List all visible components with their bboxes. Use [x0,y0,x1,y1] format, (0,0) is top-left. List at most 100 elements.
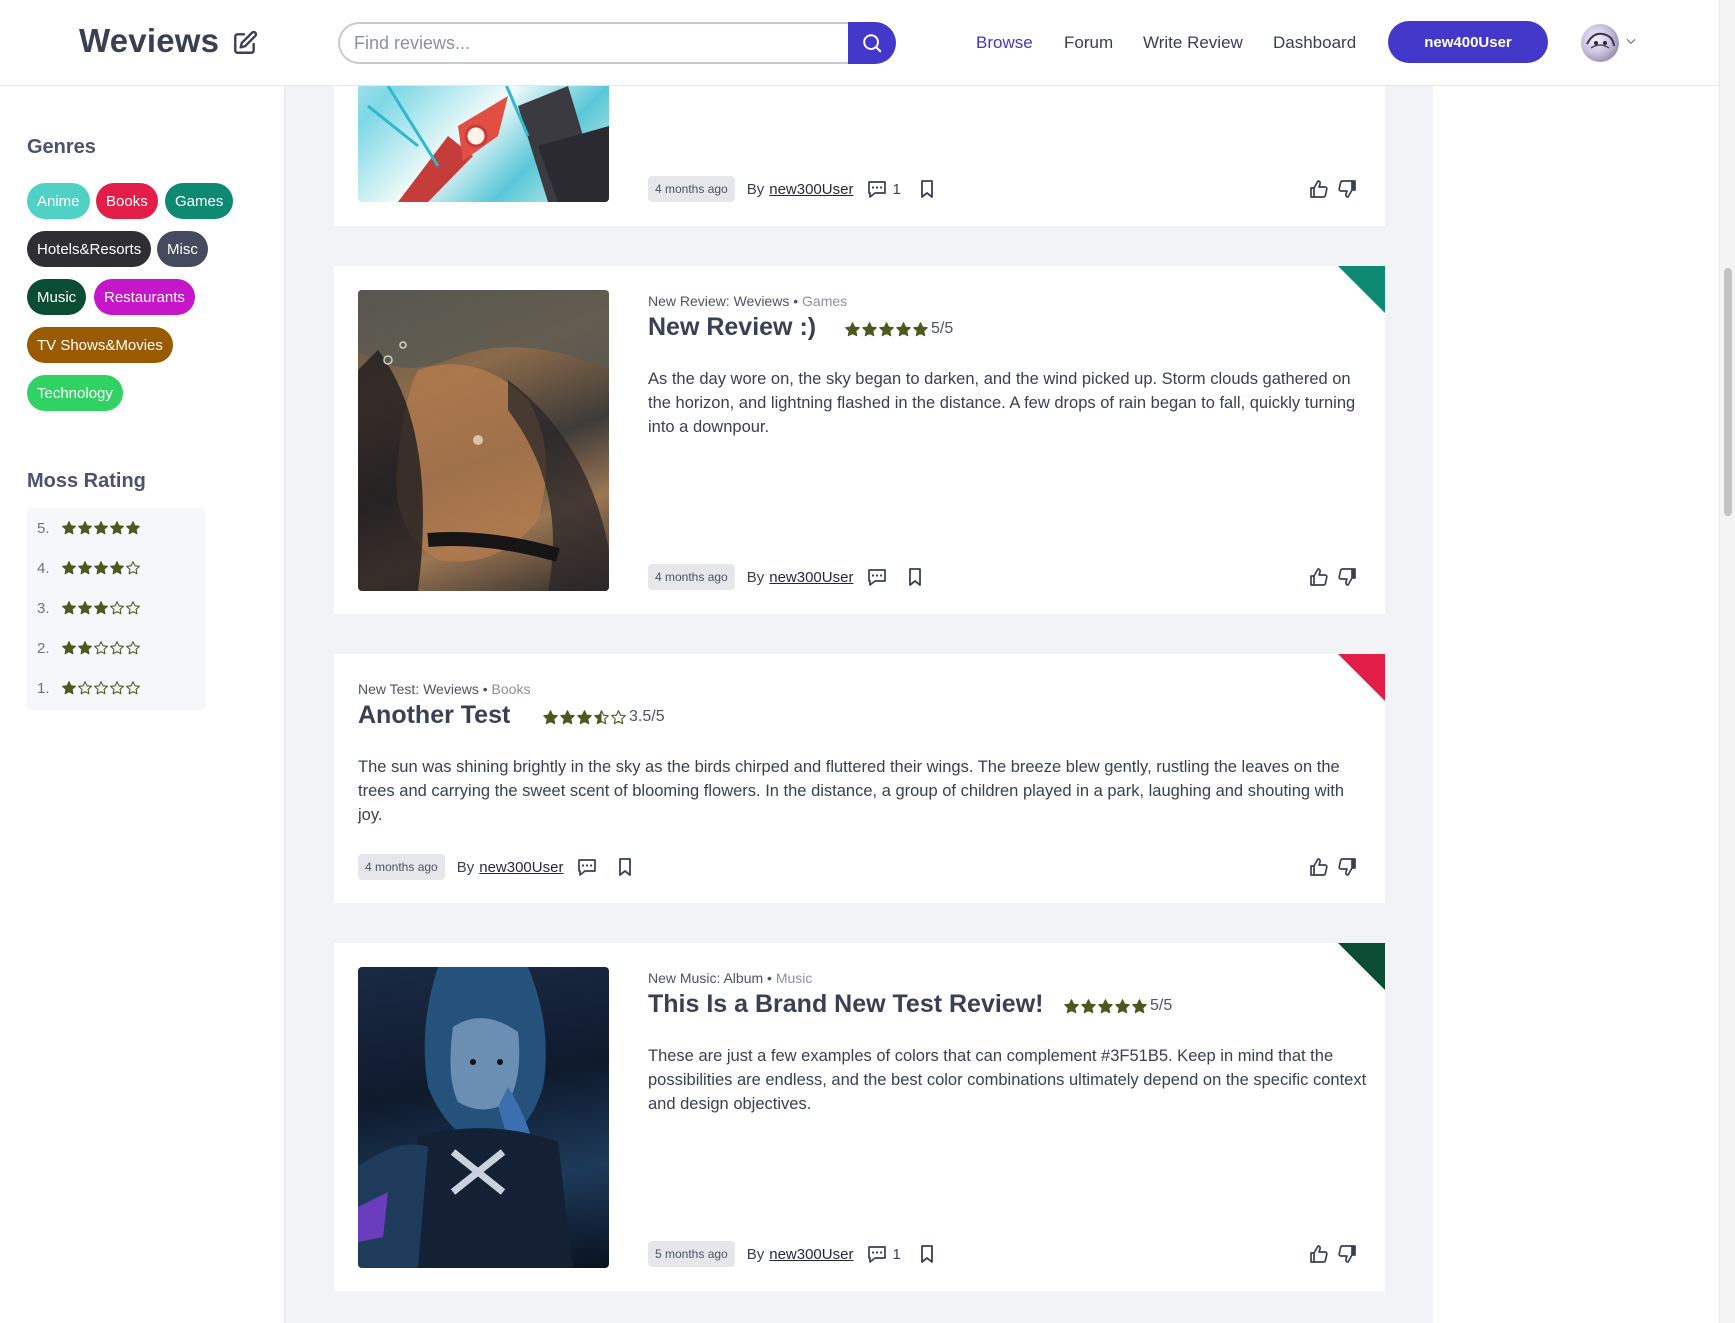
time-badge: 4 months ago [358,854,445,880]
review-card: New Test: Weviews • Books Another Test 3… [334,654,1385,903]
rating-number: 3. [37,599,50,617]
comments-button[interactable]: 1 [865,177,901,201]
chevron-down-icon[interactable] [1624,34,1638,48]
review-meta: New Test: Weviews • Books [358,681,531,697]
review-card: New Review: Weviews • Games New Review :… [334,266,1385,614]
thumbs-down-icon[interactable] [1335,855,1359,879]
genre-chip-technology[interactable]: Technology [27,375,123,411]
bookmark-icon[interactable] [915,177,939,201]
rating-filter-2[interactable]: 2. [37,637,141,659]
review-source: New Test: Weviews [358,681,479,697]
review-body: As the day wore on, the sky began to dar… [648,370,1356,436]
page-scrollbar[interactable] [1719,0,1735,1323]
edit-icon[interactable] [232,30,258,56]
rating-title: Moss Rating [27,470,146,492]
star-rating [61,640,141,656]
star-filled-icon [62,521,76,535]
comment-count: 1 [892,180,901,198]
author-link[interactable]: new300User [769,181,853,198]
avatar-image [1586,32,1615,49]
star-filled-icon [1098,998,1113,1013]
star-filled-icon [845,321,860,336]
vote-buttons [1307,177,1359,201]
vote-buttons [1307,855,1359,879]
star-filled-icon [1081,998,1096,1013]
thumbs-up-icon[interactable] [1307,1242,1331,1266]
thumbs-down-icon[interactable] [1335,177,1359,201]
nav-browse[interactable]: Browse [976,33,1033,53]
review-title[interactable]: Another Test [358,701,510,730]
thumbs-down-icon[interactable] [1335,1242,1359,1266]
by-label: By [746,568,765,586]
review-genre[interactable]: Books [492,681,531,697]
comments-button[interactable]: 1 [865,1242,901,1266]
site-logo[interactable]: Weviews [79,22,219,60]
by-label: By [456,858,475,876]
rating-filter-3[interactable]: 3. [37,597,141,619]
star-filled-icon [1115,998,1130,1013]
review-meta: New Music: Album • Music [648,970,813,986]
thumbs-up-icon[interactable] [1307,565,1331,589]
review-thumbnail[interactable] [358,967,609,1268]
genre-chip-misc[interactable]: Misc [157,231,208,267]
genre-chip-tv-shows-movies[interactable]: TV Shows&Movies [27,327,173,363]
bookmark-icon[interactable] [903,565,927,589]
star-empty-icon [110,681,124,695]
star-empty-icon [94,681,108,695]
search-bar [338,22,896,64]
review-thumbnail[interactable] [358,290,609,591]
rating-text: 5/5 [931,320,954,337]
search-icon [863,34,882,53]
thumbs-down-icon[interactable] [1335,565,1359,589]
star-filled-icon [862,321,877,336]
star-rating [61,680,141,696]
top-header: Weviews Browse Forum Write Review Dashbo… [0,0,1719,86]
genres-title: Genres [27,136,96,158]
search-button[interactable] [848,22,896,64]
review-source: New Music: Album [648,970,764,986]
user-button[interactable]: new400User [1388,21,1548,63]
bookmark-icon[interactable] [915,1242,939,1266]
review-rating: 5/5 [1063,997,1172,1015]
star-filled-icon [94,601,108,615]
comments-button[interactable] [575,855,599,879]
star-filled-icon [126,521,140,535]
genre-chip-books[interactable]: Books [96,183,158,219]
star-filled-icon [560,709,575,724]
genre-chip-hotels-resorts[interactable]: Hotels&Resorts [27,231,152,267]
nav-dashboard[interactable]: Dashboard [1273,33,1356,53]
star-filled-icon [110,521,124,535]
comments-button[interactable] [865,565,889,589]
star-filled-icon [78,521,92,535]
nav-write-review[interactable]: Write Review [1143,33,1243,53]
rating-number: 4. [37,559,50,577]
rating-number: 2. [37,639,50,657]
search-input[interactable] [338,22,850,64]
review-genre[interactable]: Games [802,293,847,309]
genre-chip-anime[interactable]: Anime [27,183,90,219]
review-genre[interactable]: Music [776,970,813,986]
star-rating [61,520,141,536]
nav-forum[interactable]: Forum [1064,33,1113,53]
author-link[interactable]: new300User [769,1246,853,1263]
review-title[interactable]: New Review :) [648,313,816,342]
genre-chip-restaurants[interactable]: Restaurants [94,279,195,315]
thumbs-up-icon[interactable] [1307,855,1331,879]
review-thumbnail[interactable] [358,86,609,202]
star-filled-icon [577,709,592,724]
genre-corner-marker [1338,943,1385,990]
scrollbar-thumb[interactable] [1724,268,1732,516]
review-title[interactable]: This Is a Brand New Test Review! [648,990,1043,1019]
rating-filter-4[interactable]: 4. [37,557,141,579]
genre-chip-games[interactable]: Games [165,183,234,219]
star-empty-icon [126,641,140,655]
avatar[interactable] [1581,24,1619,62]
review-card: New Music: Album • Music This Is a Brand… [334,943,1385,1291]
thumbs-up-icon[interactable] [1307,177,1331,201]
author-link[interactable]: new300User [479,859,563,876]
rating-filter-1[interactable]: 1. [37,677,141,699]
bookmark-icon[interactable] [613,855,637,879]
author-link[interactable]: new300User [769,569,853,586]
genre-chip-music[interactable]: Music [27,279,87,315]
rating-filter-5[interactable]: 5. [37,517,141,539]
